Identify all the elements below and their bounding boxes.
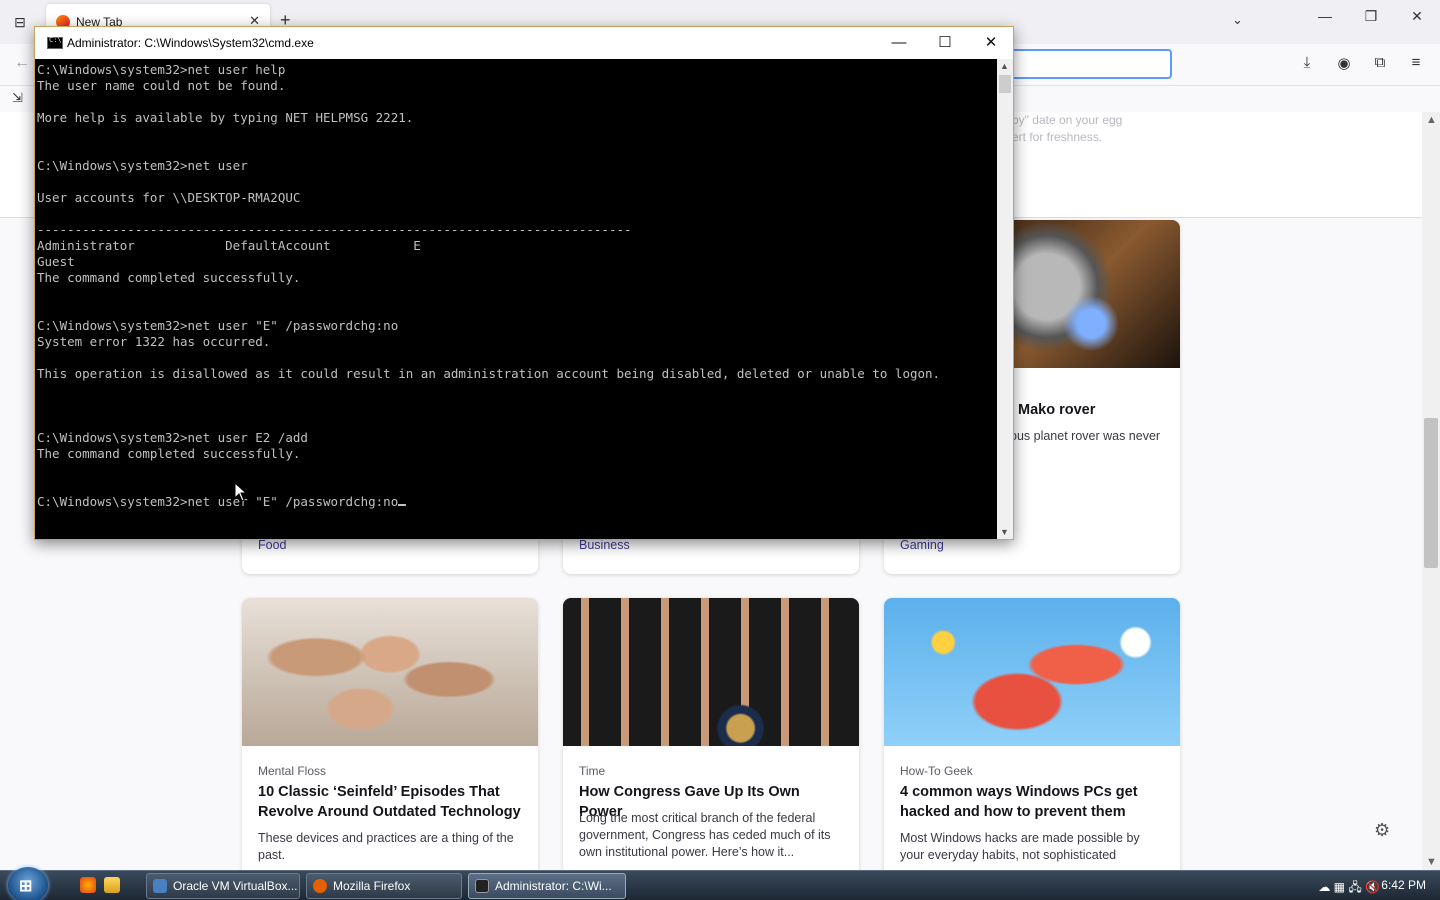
- virtualbox-icon: [153, 879, 167, 893]
- scroll-up-icon[interactable]: ▲: [1426, 114, 1437, 126]
- clock[interactable]: 6:42 PM: [1381, 878, 1426, 892]
- card-title[interactable]: Mako rover: [1018, 400, 1166, 420]
- card-title[interactable]: 10 Classic ‘Seinfeld’ Episodes That Revo…: [258, 782, 524, 822]
- taskbar-button-firefox[interactable]: Mozilla Firefox: [306, 873, 462, 899]
- back-icon[interactable]: ←: [14, 54, 30, 72]
- cmd-window[interactable]: Administrator: C:\Windows\System32\cmd.e…: [34, 26, 1014, 540]
- firefox-icon: [313, 879, 327, 893]
- close-button[interactable]: ✕: [1402, 8, 1432, 25]
- congress-image: [563, 598, 859, 746]
- cmd-output-line: The user name could not be found.: [37, 78, 286, 93]
- scroll-down-icon[interactable]: ▼: [1426, 856, 1437, 868]
- cmd-maximize-button[interactable]: ☐: [925, 31, 965, 55]
- faded-line: by" date on your egg: [1012, 113, 1123, 127]
- scam-illustration-image: [884, 598, 1180, 746]
- card-tag[interactable]: Gaming: [900, 538, 944, 552]
- cmd-output-line: This operation is disallowed as it could…: [37, 366, 941, 381]
- cmd-output-line: Administrator DefaultAccount E: [37, 238, 421, 253]
- taskbar-button-cmd[interactable]: Administrator: C:\Wi...: [468, 873, 626, 899]
- cmd-output-line: C:\Windows\system32>net user help: [37, 62, 286, 77]
- cmd-title: Administrator: C:\Windows\System32\cmd.e…: [67, 36, 314, 50]
- faded-story-text: by" date on your egg ert for freshness.: [1012, 112, 1122, 146]
- extensions-icon[interactable]: ⧉: [1370, 54, 1390, 71]
- start-button[interactable]: ⊞: [8, 867, 48, 900]
- cmd-output-line: The command completed successfully.: [37, 270, 301, 285]
- cmd-output-line: C:\Windows\system32>net user "E" /passwo…: [37, 318, 399, 333]
- account-icon[interactable]: ◉: [1334, 54, 1354, 72]
- card-tag[interactable]: Food: [258, 538, 287, 552]
- scroll-thumb[interactable]: [1424, 418, 1438, 568]
- card-desc: Long the most critical branch of the fed…: [579, 811, 831, 859]
- cmd-output-line: Guest: [37, 254, 75, 269]
- cmd-title-bar[interactable]: Administrator: C:\Windows\System32\cmd.e…: [35, 27, 1013, 59]
- url-bar[interactable]: [1000, 49, 1172, 79]
- import-bookmarks-icon[interactable]: ⇲: [12, 90, 23, 106]
- cmd-scrollbar[interactable]: ▲ ▼: [997, 59, 1013, 539]
- menu-icon[interactable]: ≡: [1406, 54, 1426, 71]
- page-scrollbar[interactable]: ▲ ▼: [1422, 112, 1440, 870]
- cmd-console[interactable]: C:\Windows\system32>net user help The use…: [35, 59, 997, 539]
- folder-quicklaunch-icon[interactable]: [104, 877, 120, 893]
- card-desc: Most Windows hacks are made possible by …: [900, 831, 1140, 862]
- card-desc: ous planet rover was never: [1010, 429, 1161, 443]
- cmd-output-line: More help is available by typing NET HEL…: [37, 110, 414, 125]
- taskbar-button-label: Administrator: C:\Wi...: [495, 879, 612, 893]
- cmd-output-line: C:\Windows\system32>net user "E" /passwo…: [37, 494, 407, 510]
- chevron-down-icon[interactable]: ⌄: [1232, 12, 1243, 28]
- tab-list-icon[interactable]: ⊟: [10, 12, 30, 32]
- cmd-output-line: The command completed successfully.: [37, 446, 301, 461]
- taskbar: ⊞ Oracle VM VirtualBox... Mozilla Firefo…: [0, 867, 1440, 900]
- text-cursor: [398, 504, 407, 506]
- cmd-output-line: C:\Windows\system32>net user E2 /add: [37, 430, 308, 445]
- card-tag[interactable]: Business: [579, 538, 630, 552]
- card-source: How-To Geek: [900, 764, 973, 778]
- download-icon[interactable]: ⤓: [1297, 54, 1317, 71]
- card-title[interactable]: 4 common ways Windows PCs get hacked and…: [900, 782, 1166, 822]
- firefox-quicklaunch-icon[interactable]: [80, 877, 96, 893]
- cmd-scroll-thumb[interactable]: [999, 75, 1011, 93]
- scroll-up-icon[interactable]: ▲: [1000, 61, 1009, 71]
- cmd-icon: [47, 36, 63, 49]
- taskbar-button-label: Mozilla Firefox: [333, 879, 411, 893]
- faded-line: ert for freshness.: [1012, 130, 1103, 144]
- cmd-output-line: User accounts for \\DESKTOP-RMA2QUC: [37, 190, 301, 205]
- story-card[interactable]: Mental Floss 10 Classic ‘Seinfeld’ Episo…: [242, 598, 538, 870]
- gear-icon[interactable]: ⚙: [1374, 820, 1390, 841]
- seinfeld-image: [242, 598, 538, 746]
- cmd-output-line: C:\Windows\system32>net user: [37, 158, 248, 173]
- cmd-output-line: ----------------------------------------…: [37, 222, 632, 237]
- cmd-output-line: System error 1322 has occurred.: [37, 334, 271, 349]
- story-card[interactable]: How-To Geek 4 common ways Windows PCs ge…: [884, 598, 1180, 870]
- taskbar-button-virtualbox[interactable]: Oracle VM VirtualBox...: [146, 873, 300, 899]
- scroll-down-icon[interactable]: ▼: [1000, 527, 1009, 537]
- minimize-button[interactable]: —: [1310, 8, 1340, 24]
- taskbar-button-label: Oracle VM VirtualBox...: [173, 879, 298, 893]
- restore-button[interactable]: ❐: [1356, 8, 1386, 25]
- card-source: Mental Floss: [258, 764, 327, 778]
- cmd-close-button[interactable]: ✕: [971, 31, 1011, 55]
- windows-logo-icon: ⊞: [19, 878, 33, 895]
- cmd-icon: [475, 879, 489, 893]
- card-desc: These devices and practices are a thing …: [258, 831, 514, 862]
- system-tray[interactable]: ☁ ▦ 🖧 🔇: [1318, 878, 1380, 899]
- card-source: Time: [579, 764, 606, 778]
- cmd-minimize-button[interactable]: —: [879, 31, 919, 55]
- story-card[interactable]: Time How Congress Gave Up Its Own Power …: [563, 598, 859, 870]
